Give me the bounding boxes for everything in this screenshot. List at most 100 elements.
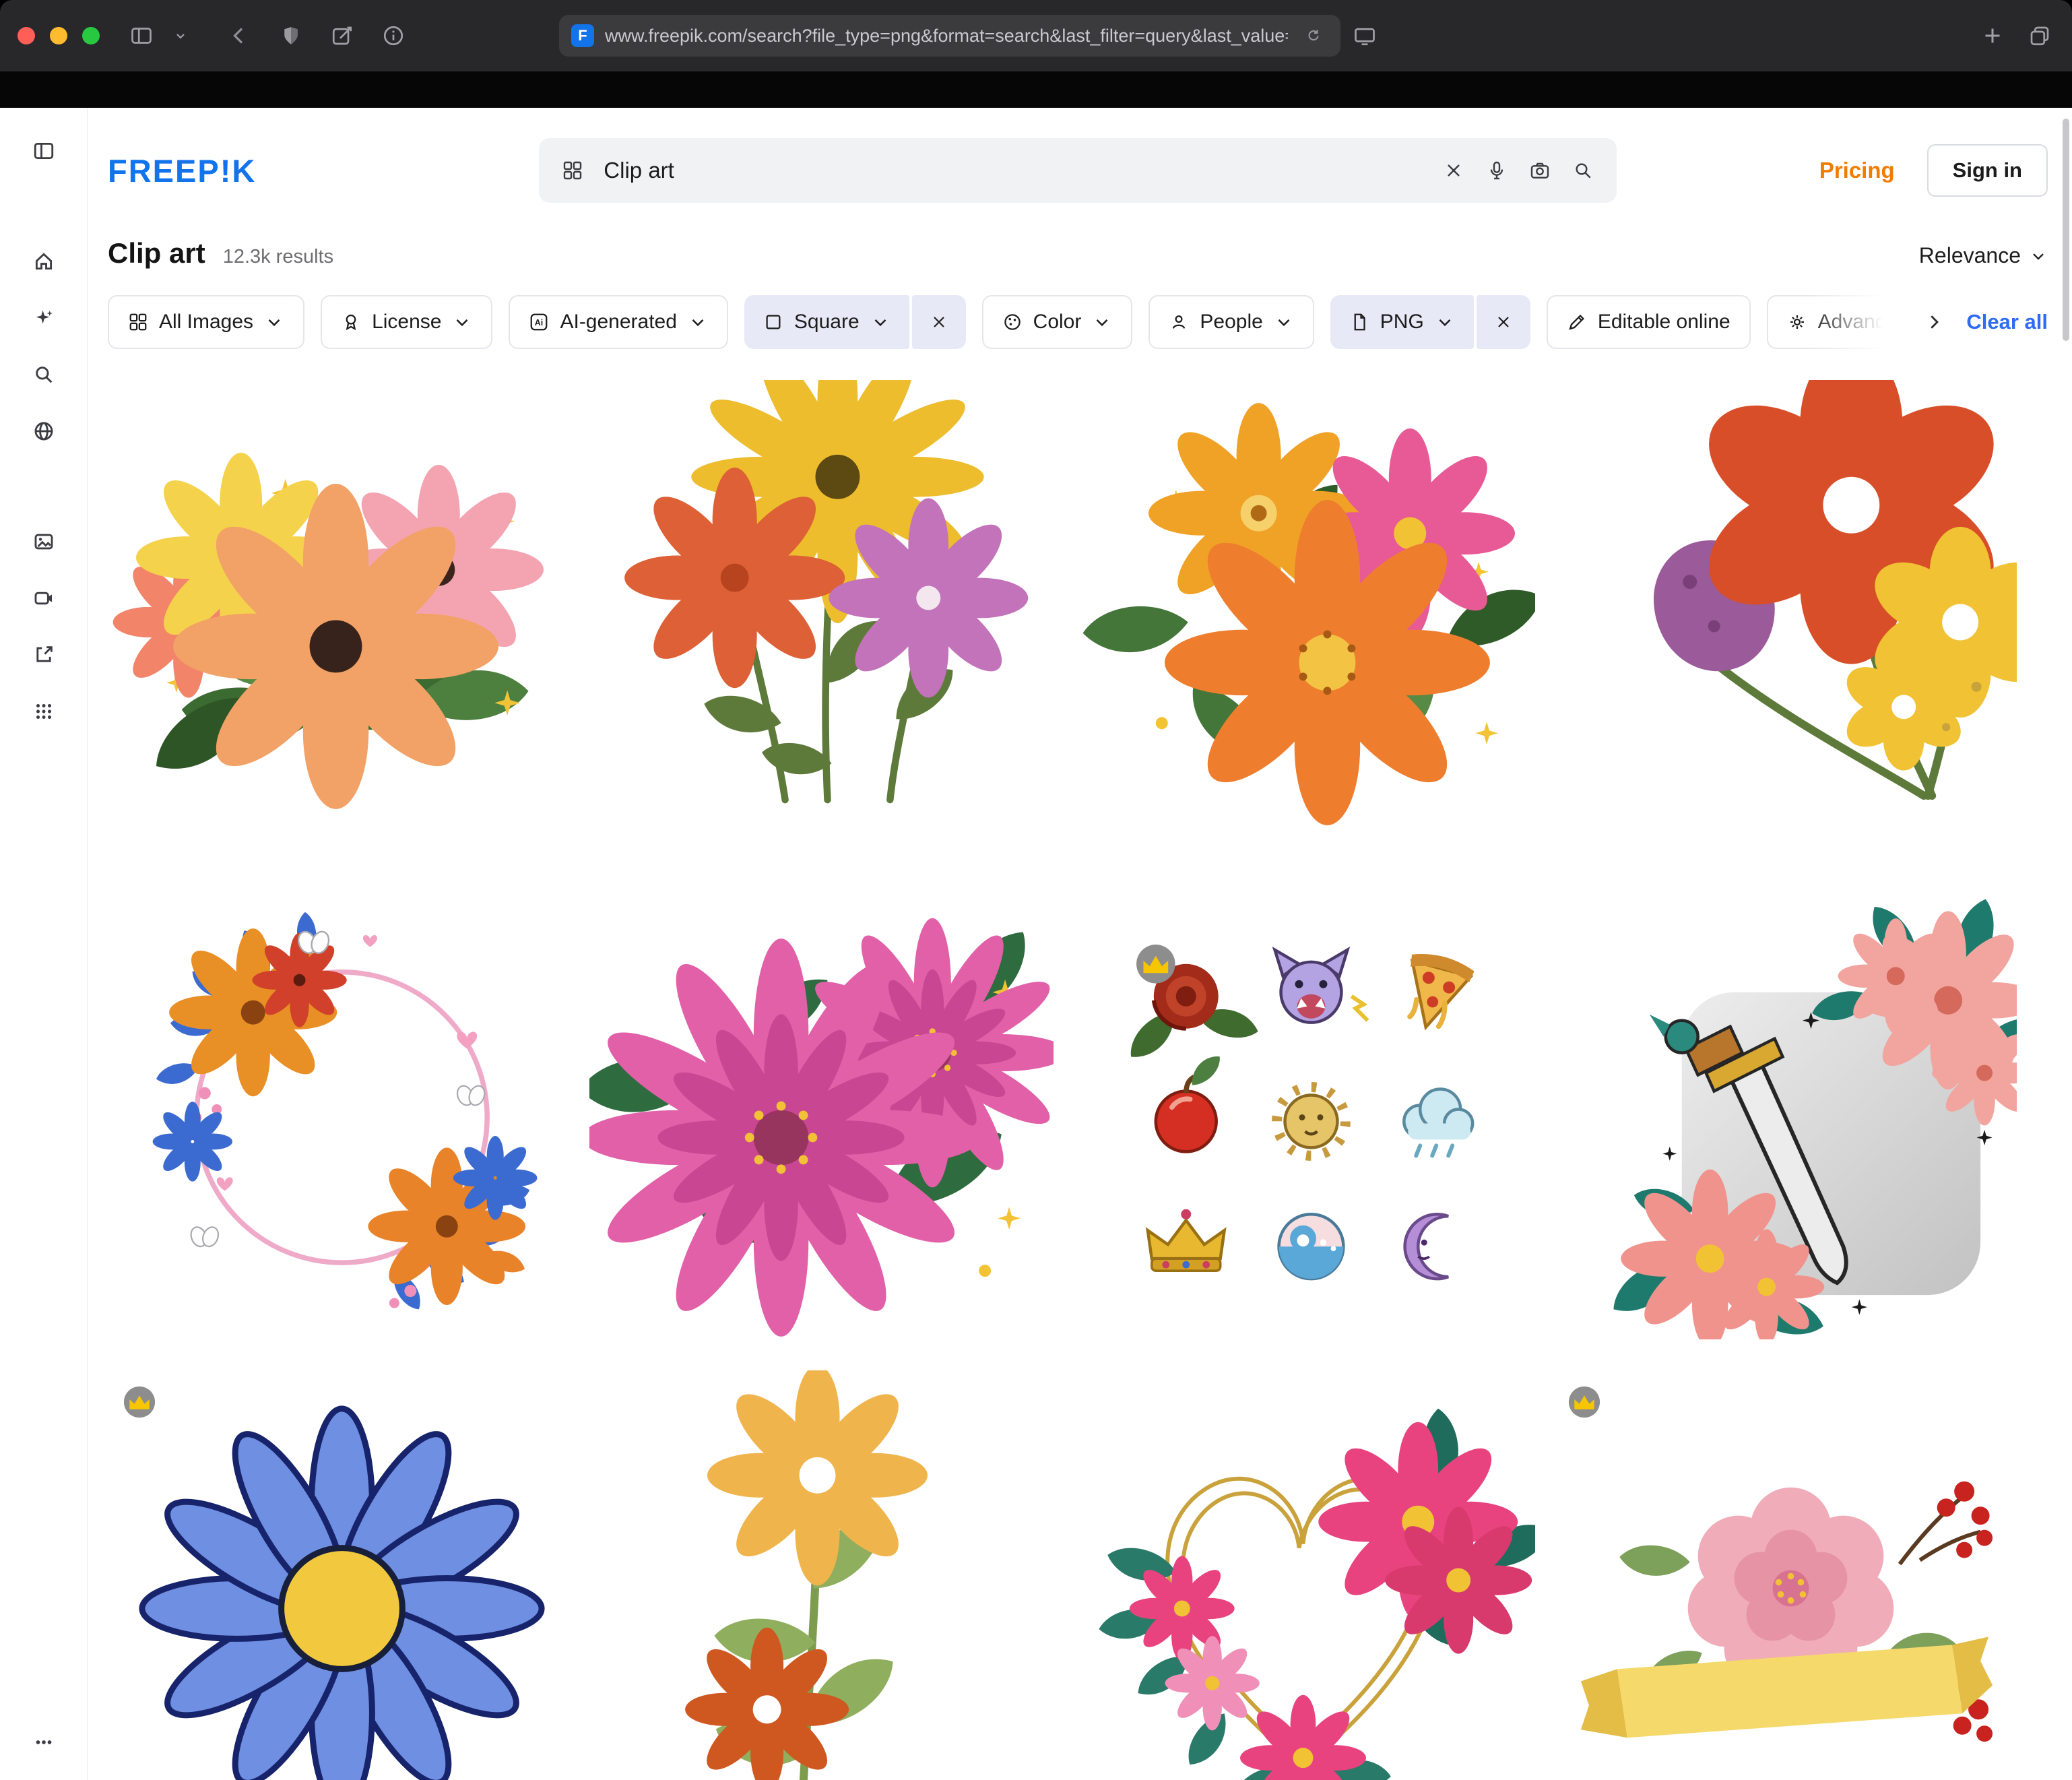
page-title: Clip art <box>108 237 205 269</box>
filter-license[interactable]: License <box>321 295 492 349</box>
search-result-image[interactable] <box>1553 875 2017 1339</box>
export-icon[interactable] <box>30 641 57 668</box>
tab-overview-button[interactable] <box>2025 21 2054 51</box>
filter-color[interactable]: Color <box>982 295 1133 349</box>
browser-toolbar: F www.freepik.com/search?file_type=png&f… <box>0 0 2072 71</box>
chevron-down-icon <box>688 312 708 332</box>
search-result-image[interactable] <box>1553 380 2017 844</box>
clear-search-icon[interactable] <box>1440 157 1467 184</box>
chip-label: All Images <box>159 311 253 333</box>
site-header: FREEP!K Pricing Sign in <box>108 108 2048 233</box>
search-result-image[interactable] <box>589 1370 1054 1780</box>
close-icon <box>930 313 948 331</box>
search-result-image[interactable] <box>1071 380 1535 844</box>
results-header: Clip art 12.3k results Relevance <box>108 237 2048 269</box>
back-button[interactable] <box>225 21 255 51</box>
results-count: 12.3k results <box>223 246 333 268</box>
filter-square[interactable]: Square <box>744 295 909 349</box>
filter-square-group: Square <box>744 295 966 349</box>
info-icon[interactable] <box>379 21 408 51</box>
chip-label: People <box>1200 311 1262 333</box>
address-bar[interactable]: F www.freepik.com/search?file_type=png&f… <box>559 15 1340 57</box>
clear-all-filters-link[interactable]: Clear all <box>1966 310 2048 334</box>
sort-label: Relevance <box>1919 243 2021 268</box>
chevron-down-icon <box>1092 312 1112 332</box>
filter-png[interactable]: PNG <box>1330 295 1474 349</box>
apps-grid-icon[interactable] <box>30 698 57 725</box>
url-text: www.freepik.com/search?file_type=png&for… <box>605 26 1288 46</box>
close-window-button[interactable] <box>18 27 35 44</box>
sort-dropdown[interactable]: Relevance <box>1919 243 2048 268</box>
square-icon <box>763 312 783 332</box>
results-grid <box>108 380 2048 1780</box>
premium-crown-badge <box>123 1385 156 1419</box>
search-result-image[interactable] <box>589 380 1054 844</box>
sidebar-toggle-icon[interactable] <box>127 21 156 51</box>
remove-png-filter-button[interactable] <box>1477 295 1530 349</box>
search-bar[interactable] <box>539 138 1617 203</box>
voice-search-icon[interactable] <box>1483 157 1510 184</box>
filter-all-images[interactable]: All Images <box>108 295 304 349</box>
freepik-logo[interactable]: FREEP!K <box>108 152 256 189</box>
sidebar-chevron-icon[interactable] <box>166 21 195 51</box>
pricing-link[interactable]: Pricing <box>1819 158 1895 183</box>
freepik-sidebar <box>0 108 88 1780</box>
chip-label: License <box>372 311 441 333</box>
images-icon[interactable] <box>30 528 57 555</box>
image-search-icon[interactable] <box>1526 157 1553 184</box>
search-icon[interactable] <box>30 361 57 388</box>
video-icon[interactable] <box>30 585 57 612</box>
scroll-filters-right-button[interactable] <box>1915 303 1953 341</box>
privacy-shield-icon[interactable] <box>276 21 306 51</box>
panel-toggle-icon[interactable] <box>30 137 57 164</box>
search-result-image[interactable] <box>1553 1370 2017 1780</box>
chevron-down-icon <box>1435 312 1455 332</box>
chevron-down-icon <box>1274 312 1294 332</box>
chevron-down-icon <box>452 312 472 332</box>
minimize-window-button[interactable] <box>50 27 67 44</box>
search-result-image[interactable] <box>1071 1370 1535 1780</box>
traffic-lights <box>18 27 100 44</box>
new-tab-button[interactable] <box>1978 21 2007 51</box>
chip-label: Color <box>1033 311 1082 333</box>
compose-icon[interactable] <box>327 21 357 51</box>
settings-icon <box>1787 312 1807 332</box>
search-result-image[interactable] <box>589 875 1054 1339</box>
reload-icon[interactable] <box>1299 21 1328 51</box>
search-result-image[interactable] <box>108 380 572 844</box>
premium-crown-badge <box>1567 1385 1601 1419</box>
category-grid-icon[interactable] <box>559 157 586 184</box>
chip-label: Editable online <box>1598 311 1730 333</box>
globe-icon[interactable] <box>30 418 57 445</box>
submit-search-icon[interactable] <box>1569 157 1596 184</box>
filter-advanced[interactable]: Advanced <box>1767 295 1902 349</box>
chevron-down-icon <box>2029 247 2048 265</box>
pencil-icon <box>1567 312 1587 332</box>
color-icon <box>1002 312 1023 332</box>
chip-label: AI-generated <box>560 311 676 333</box>
signin-button[interactable]: Sign in <box>1927 144 2048 197</box>
chevron-down-icon <box>870 312 891 332</box>
scrollbar[interactable] <box>2063 119 2069 341</box>
ai-icon: Ai <box>529 312 549 332</box>
chevron-down-icon <box>264 312 284 332</box>
search-result-image[interactable] <box>108 1370 572 1780</box>
search-result-image[interactable] <box>1071 875 1535 1339</box>
remove-square-filter-button[interactable] <box>912 295 966 349</box>
chip-label: Advanced <box>1818 311 1902 333</box>
close-icon <box>1494 313 1513 331</box>
filter-ai-generated[interactable]: Ai AI-generated <box>509 295 727 349</box>
tab-strip <box>0 71 2072 108</box>
search-input[interactable] <box>602 157 1424 184</box>
zoom-window-button[interactable] <box>82 27 100 44</box>
chevron-right-icon <box>1924 312 1944 332</box>
home-icon[interactable] <box>30 248 57 275</box>
filter-editable-online[interactable]: Editable online <box>1547 295 1751 349</box>
ai-sparkle-icon[interactable] <box>30 305 57 331</box>
search-result-image[interactable] <box>108 875 572 1339</box>
site-favicon: F <box>571 24 594 47</box>
filter-bar: All Images License Ai AI-generated <box>108 295 2048 349</box>
reader-display-icon[interactable] <box>1350 21 1380 51</box>
more-ellipsis-icon[interactable] <box>30 1729 57 1756</box>
filter-people[interactable]: People <box>1148 295 1314 349</box>
